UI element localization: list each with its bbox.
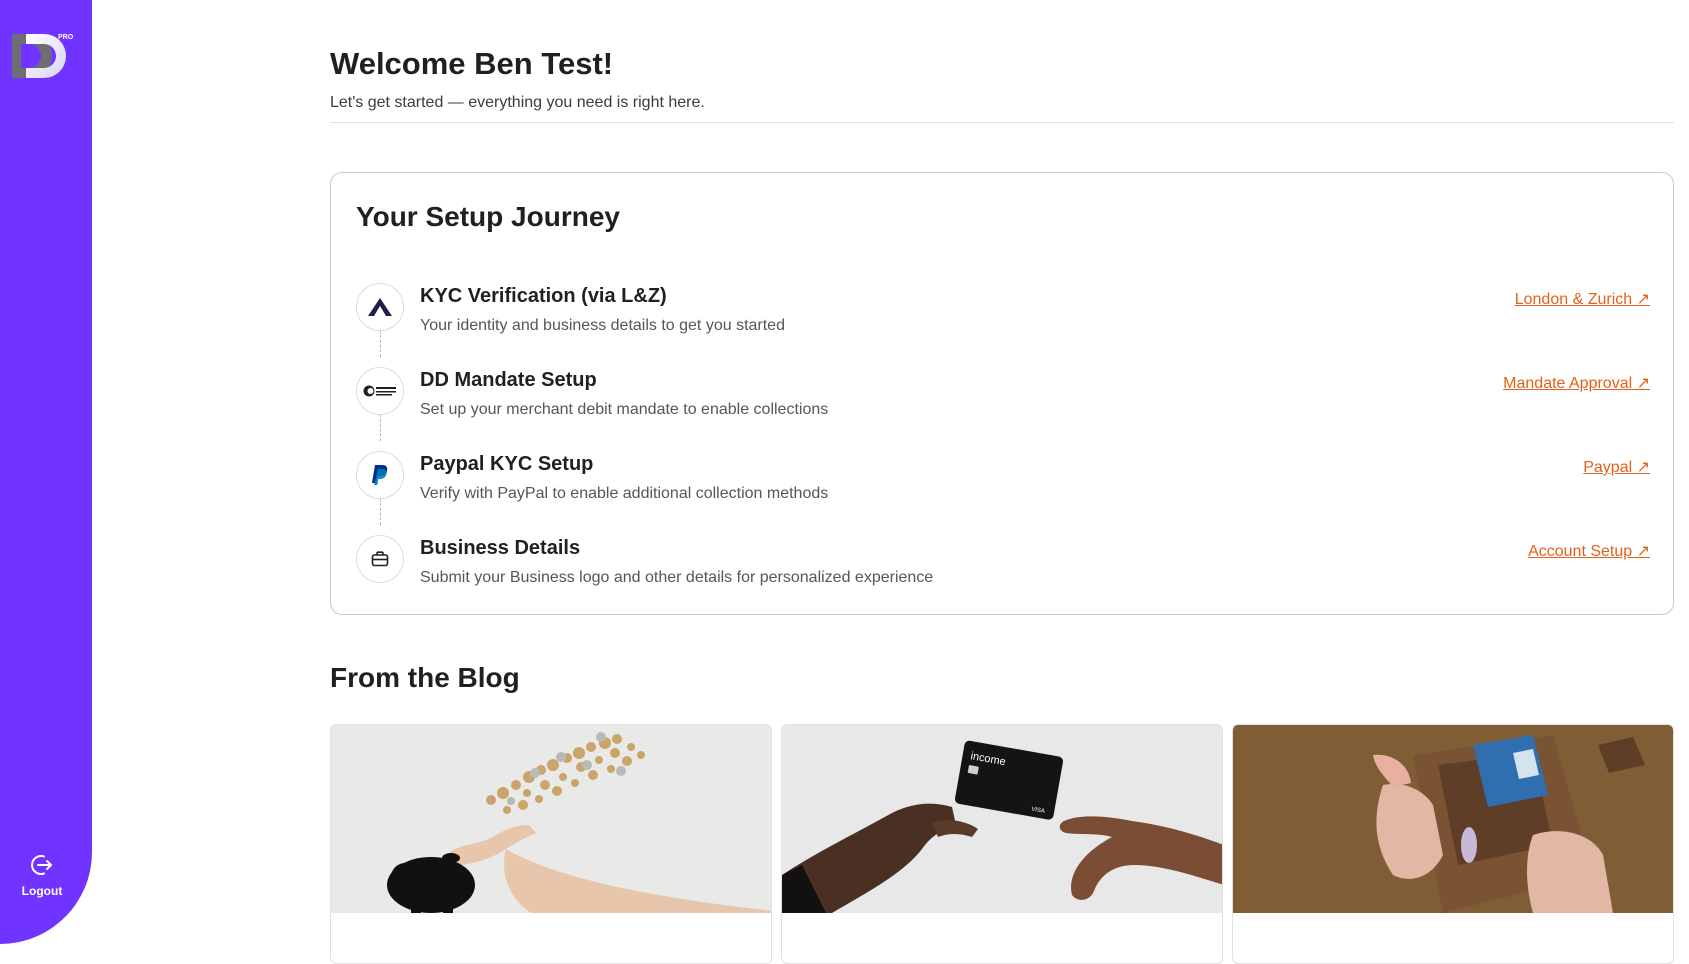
step-title: KYC Verification (via L&Z): [420, 285, 667, 307]
dd-logo-icon[interactable]: PRO: [12, 30, 78, 84]
step-description: Your identity and business details to ge…: [420, 317, 785, 334]
paypal-logo-icon: [356, 451, 404, 499]
logout-icon: [31, 855, 52, 875]
step-paypal-kyc: Paypal KYC Setup Verify with PayPal to e…: [356, 451, 1650, 511]
mandate-approval-link[interactable]: Mandate Approval ↗: [1503, 373, 1650, 393]
logout-label: Logout: [21, 884, 63, 898]
logout-button[interactable]: Logout: [0, 852, 84, 898]
step-business-details: Business Details Submit your Business lo…: [356, 535, 1650, 595]
setup-journey-title: Your Setup Journey: [356, 201, 620, 232]
london-zurich-link[interactable]: London & Zurich ↗: [1515, 289, 1650, 309]
direct-debit-logo-icon: [356, 367, 404, 415]
step-title: DD Mandate Setup: [420, 369, 597, 391]
step-title: Paypal KYC Setup: [420, 453, 594, 475]
blog-card[interactable]: income VISA: [781, 724, 1223, 964]
piggy-bank-coins-image: [331, 725, 771, 913]
step-title: Business Details: [420, 537, 581, 559]
step-description: Set up your merchant debit mandate to en…: [420, 401, 829, 418]
sidebar: PRO Logout: [0, 0, 92, 944]
page-subtitle: Let's get started — everything you need …: [330, 94, 705, 111]
blog-card[interactable]: [1232, 724, 1674, 964]
card-handover-image: income VISA: [782, 725, 1222, 913]
lz-logo-icon: [356, 283, 404, 331]
step-kyc-verification: KYC Verification (via L&Z) Your identity…: [356, 283, 1650, 343]
paypal-link[interactable]: Paypal ↗: [1583, 457, 1650, 477]
wallet-cards-image: [1233, 725, 1673, 913]
blog-section-title: From the Blog: [330, 662, 520, 693]
blog-card[interactable]: [330, 724, 772, 964]
account-setup-link[interactable]: Account Setup ↗: [1528, 541, 1650, 561]
logo-badge: PRO: [58, 34, 74, 41]
blog-card-list: income VISA: [330, 724, 1674, 964]
divider: [330, 122, 1674, 123]
setup-journey-card: Your Setup Journey KYC Verification (via…: [330, 172, 1674, 615]
page-title: Welcome Ben Test!: [330, 46, 614, 81]
briefcase-icon: [356, 535, 404, 583]
step-dd-mandate: DD Mandate Setup Set up your merchant de…: [356, 367, 1650, 427]
step-description: Submit your Business logo and other deta…: [420, 569, 934, 586]
step-description: Verify with PayPal to enable additional …: [420, 485, 829, 502]
